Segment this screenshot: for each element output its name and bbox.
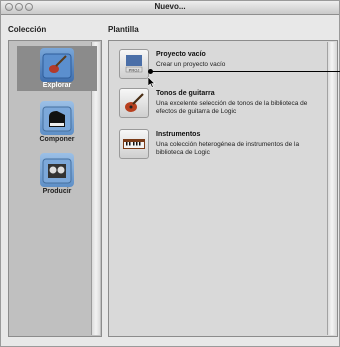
template-scrollbar[interactable] xyxy=(327,42,336,335)
template-list[interactable]: PROJ Proyecto vacío Crear un proyecto va… xyxy=(108,40,338,337)
template-header: Plantilla xyxy=(108,25,139,34)
template-description: Una colección heterogénea de instrumento… xyxy=(156,141,300,156)
collection-item-producir[interactable]: Producir xyxy=(17,151,97,196)
collection-header: Colección xyxy=(8,25,47,34)
title-bar: Nuevo... xyxy=(1,1,339,15)
callout-line xyxy=(150,71,340,72)
template-name: Instrumentos xyxy=(156,131,201,138)
template-item-tonos-de-guitarra[interactable]: Tonos de guitarra Una excelente selecció… xyxy=(119,88,324,124)
tape-recorder-folder-icon xyxy=(40,153,74,187)
template-item-instrumentos[interactable]: Instrumentos Una colección heterogénea d… xyxy=(119,129,324,165)
new-project-window: Nuevo... Colección Plantilla Explorar Co… xyxy=(0,0,340,347)
guitar-icon xyxy=(119,88,149,118)
template-name: Tonos de guitarra xyxy=(156,90,215,97)
template-description: Una excelente selección de tonos de la b… xyxy=(156,100,308,115)
mouse-cursor-icon xyxy=(147,75,156,93)
template-name: Proyecto vacío xyxy=(156,51,206,58)
collection-item-explorar[interactable]: Explorar xyxy=(17,46,97,91)
collection-label: Producir xyxy=(42,188,72,195)
window-title: Nuevo... xyxy=(154,2,186,11)
collection-list[interactable]: Explorar Componer Producir xyxy=(8,40,102,337)
keyboard-icon xyxy=(119,129,149,159)
callout-dot xyxy=(148,69,153,74)
empty-project-icon: PROJ xyxy=(119,49,149,79)
guitar-folder-icon xyxy=(40,48,74,82)
collection-label: Explorar xyxy=(42,82,72,89)
template-description: Crear un proyecto vacío xyxy=(156,61,226,68)
proj-label: PROJ xyxy=(129,67,140,72)
collection-item-componer[interactable]: Componer xyxy=(17,99,97,144)
collection-label: Componer xyxy=(39,136,75,143)
piano-folder-icon xyxy=(40,101,74,135)
